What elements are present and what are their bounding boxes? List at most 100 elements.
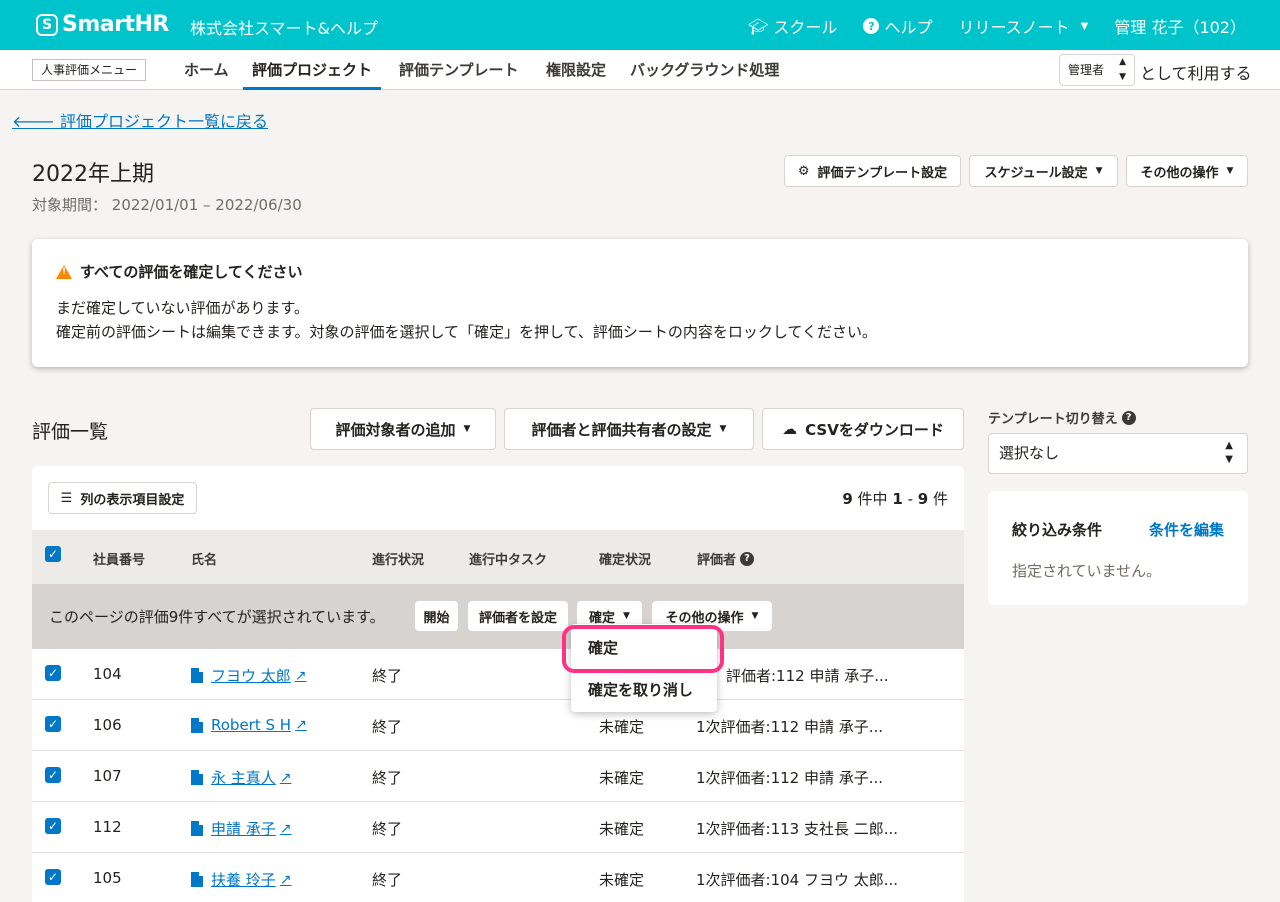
employee-name-link[interactable]: Robert S H ↗ [191,716,307,734]
bulk-set-evaluator-button[interactable]: 評価者を設定 [468,601,568,631]
progress-status: 終了 [372,769,403,787]
template-switch-select[interactable]: 選択なし ▲ ▼ [988,433,1248,474]
add-targets-button[interactable]: 評価対象者の追加 ▼ [310,408,496,450]
caret-down-icon: ▼ [623,611,630,621]
select-all-checkbox[interactable]: ✓ [45,546,61,562]
select-arrows-icon: ▲ ▼ [1119,57,1126,82]
progress-status: 終了 [372,718,403,736]
caret-down-icon: ▼ [1095,166,1103,176]
confirm-status: 未確定 [599,820,645,838]
tab-home[interactable]: ホーム [184,50,229,90]
logo-mark-icon: S [36,13,58,36]
school-label: スクール [773,18,838,37]
header-confirm-status[interactable]: 確定状況 [599,549,651,568]
confirm-status: 未確定 [599,769,645,787]
csv-download-label: CSVをダウンロード [805,420,944,439]
employee-name-link[interactable]: 永 主真人 ↗ [191,767,292,788]
alert-body: まだ確定していない評価があります。 確定前の評価シートは編集できます。対象の評価… [56,296,1224,344]
employee-name-link[interactable]: 申請 承子 ↗ [191,818,292,839]
sub-nav: 人事評価メニュー ホーム 評価プロジェクト 評価テンプレート 権限設定 バックグ… [0,50,1280,90]
header-current-task[interactable]: 進行中タスク [469,549,547,568]
employee-name-text: 扶養 玲子 [211,871,276,889]
header-evaluator-label: 評価者 [697,553,737,568]
template-settings-label: 評価テンプレート設定 [817,165,948,181]
header-name[interactable]: 氏名 [191,549,217,568]
header-progress[interactable]: 進行状況 [372,549,424,568]
table-row: ✓ 106 Robert S H ↗ 終了 未確定 1次評価者:112 申請 承子… [32,700,964,751]
row-checkbox[interactable]: ✓ [45,869,61,885]
evaluator: 1次評価者:112 申請 承子... [696,718,884,736]
template-settings-button[interactable]: ⚙ 評価テンプレート設定 [784,155,961,187]
external-link-icon: ↗ [279,820,292,837]
row-checkbox[interactable]: ✓ [45,716,61,732]
bulk-selection-text: このページの評価9件すべてが選択されています。 [49,608,385,626]
back-link-label: 評価プロジェクト一覧に戻る [60,112,269,131]
user-menu[interactable]: 管理 花子（102） [1114,14,1246,38]
evaluation-table-card: ☰ 列の表示項目設定 9 件中 1 - 9 件 ✓ 社員番号 氏名 進行状況 進行… [32,466,964,902]
release-notes-label: リリースノート [958,18,1070,37]
column-settings-button[interactable]: ☰ 列の表示項目設定 [48,482,197,514]
help-link[interactable]: ? ヘルプ [863,14,932,38]
row-checkbox[interactable]: ✓ [45,767,61,783]
tab-permissions[interactable]: 権限設定 [546,50,606,90]
question-icon[interactable]: ? [740,551,755,566]
pagination-count: 9 件中 1 - 9 件 [842,488,948,509]
release-notes-menu[interactable]: リリースノート ▼ [958,14,1088,38]
document-icon [191,821,203,836]
back-to-projects-link[interactable]: 🡐 評価プロジェクト一覧に戻る [12,108,268,132]
graduation-cap-icon: 🎓︎ [748,16,769,36]
progress-status: 終了 [372,871,403,889]
table-row: ✓ 105 扶養 玲子 ↗ 終了 未確定 1次評価者:104 フヨウ 太郎... [32,853,964,902]
employee-id: 105 [93,869,122,887]
filter-card: 絞り込み条件 条件を編集 指定されていません。 [988,491,1248,605]
employee-id: 106 [93,716,122,734]
smarthr-logo[interactable]: S SmartHR [36,12,169,37]
other-actions-button[interactable]: その他の操作 ▼ [1126,155,1248,187]
bulk-start-button[interactable]: 開始 [415,601,458,631]
progress-status: 終了 [372,820,403,838]
confirm-all-alert: すべての評価を確定してください まだ確定していない評価があります。 確定前の評価… [32,239,1248,367]
edit-filter-link[interactable]: 条件を編集 [1149,519,1224,540]
table-row: ✓ 104 フヨウ 太郎 ↗ 終了 評価者:112 申請 承子... [32,649,964,700]
employee-name-link[interactable]: フヨウ 太郎 ↗ [191,665,307,686]
question-icon[interactable]: ? [1121,410,1136,425]
school-link[interactable]: 🎓︎ スクール [748,14,837,38]
tab-evaluation-templates[interactable]: 評価テンプレート [399,50,519,90]
count-mid: 件中 [857,490,888,508]
dropdown-item-unconfirm[interactable]: 確定を取り消し [571,670,717,710]
evaluator: 1次評価者:112 申請 承子... [696,769,884,787]
employee-name-text: フヨウ 太郎 [211,667,291,685]
period-value: 2022/01/01 – 2022/06/30 [111,196,302,214]
csv-download-button[interactable]: ☁ CSVをダウンロード [762,408,964,450]
count-total: 9 [842,490,853,508]
document-icon [191,872,203,887]
header-employee-id[interactable]: 社員番号 [93,549,145,568]
header-evaluator[interactable]: 評価者? [697,549,755,568]
external-link-icon: ↗ [295,717,307,733]
employee-id: 104 [93,665,122,683]
row-checkbox[interactable]: ✓ [45,665,61,681]
tab-evaluation-projects[interactable]: 評価プロジェクト [243,50,382,90]
evaluator: 評価者:112 申請 承子... [726,667,889,685]
employee-name: Robert S H ↗ [191,716,307,737]
add-targets-label: 評価対象者の追加 [335,420,456,439]
confirm-status: 未確定 [599,718,645,736]
set-evaluators-button[interactable]: 評価者と評価共有者の設定 ▼ [504,408,754,450]
schedule-settings-button[interactable]: スケジュール設定 ▼ [969,155,1118,187]
progress-status: 終了 [372,667,403,685]
highlight-ring [562,625,724,673]
role-select[interactable]: 管理者 ▲ ▼ [1059,54,1135,86]
warning-icon [56,264,72,279]
employee-name-link[interactable]: 扶養 玲子 ↗ [191,869,292,890]
evaluation-list-title: 評価一覧 [32,421,109,443]
caret-down-icon: ▼ [719,424,727,434]
period-label: 対象期間： [32,196,108,214]
tab-background-jobs[interactable]: バックグラウンド処理 [630,50,779,90]
caret-down-icon: ▼ [1226,166,1234,176]
arrow-left-icon: 🡐 [12,112,60,131]
count-dash: - [907,490,913,508]
hr-evaluation-menu-tag: 人事評価メニュー [32,59,147,81]
bulk-action-bar: このページの評価9件すべてが選択されています。 開始 評価者を設定 確定 ▼ その… [32,584,964,649]
row-checkbox[interactable]: ✓ [45,818,61,834]
top-nav: 🎓︎ スクール ? ヘルプ リリースノート ▼ 管理 花子（102） [748,14,1246,38]
